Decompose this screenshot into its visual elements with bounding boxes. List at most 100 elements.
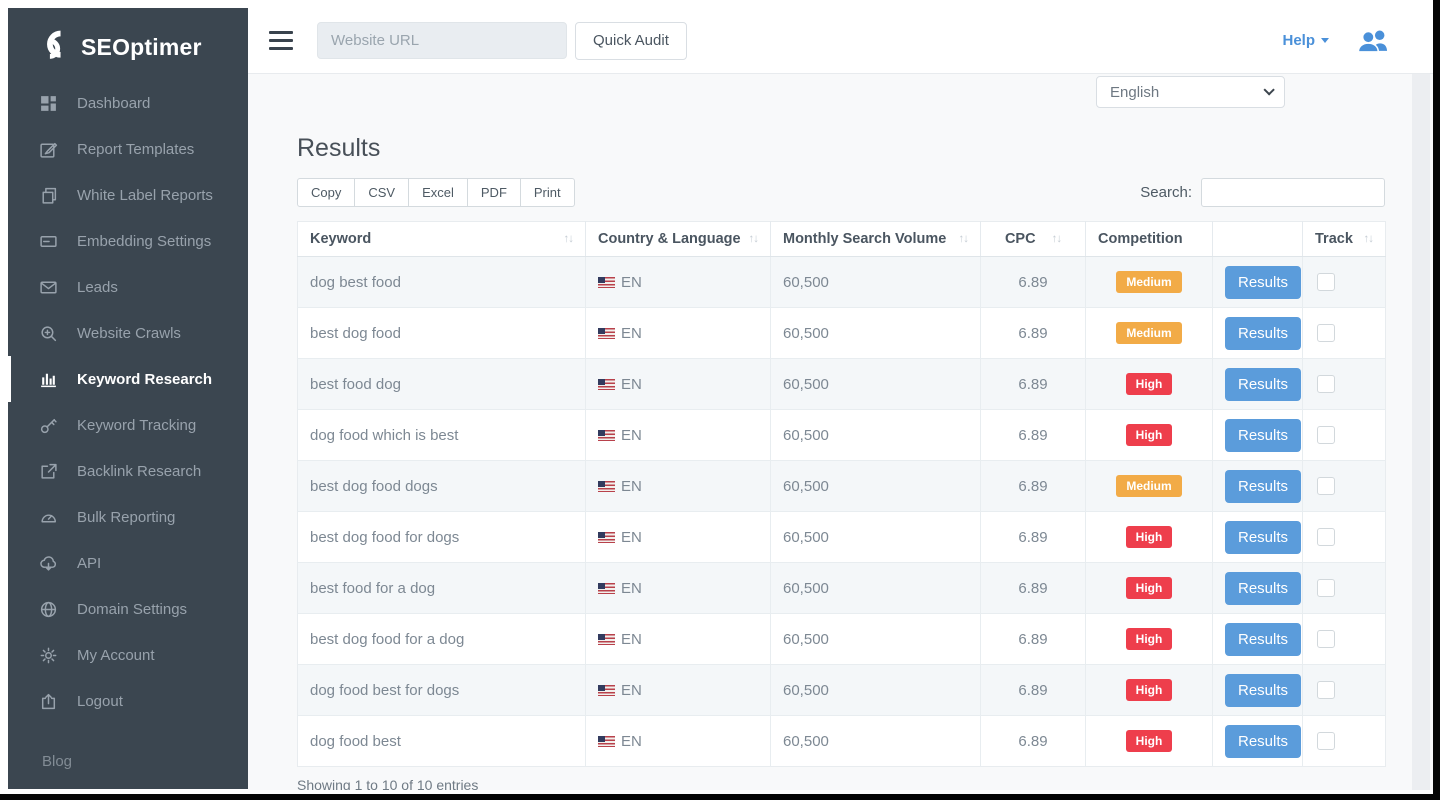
- results-button[interactable]: Results: [1225, 674, 1301, 707]
- volume-cell: 60,500: [771, 359, 981, 410]
- us-flag-icon: [598, 430, 615, 441]
- results-button[interactable]: Results: [1225, 572, 1301, 605]
- my-account-icon: [39, 646, 58, 665]
- us-flag-icon: [598, 328, 615, 339]
- sidebar-item-label: Dashboard: [77, 95, 150, 112]
- language-code: EN: [621, 478, 642, 495]
- track-checkbox[interactable]: [1317, 273, 1335, 291]
- hamburger-menu-icon[interactable]: [269, 31, 293, 51]
- column-header-monthly-search-volume[interactable]: Monthly Search Volume↑↓: [771, 222, 981, 257]
- export-csv-button[interactable]: CSV: [354, 178, 409, 207]
- results-button[interactable]: Results: [1225, 623, 1301, 656]
- results-button[interactable]: Results: [1225, 266, 1301, 299]
- users-icon[interactable]: [1356, 28, 1392, 53]
- export-pdf-button[interactable]: PDF: [467, 178, 521, 207]
- sidebar-item-embedding-settings[interactable]: Embedding Settings: [8, 218, 248, 264]
- cpc-cell: 6.89: [981, 512, 1086, 563]
- volume-cell: 60,500: [771, 512, 981, 563]
- country-cell: EN: [586, 563, 771, 614]
- table-row: dog food which is bestEN60,5006.89HighRe…: [298, 410, 1386, 461]
- country-cell: EN: [586, 257, 771, 308]
- sort-icon: ↑↓: [564, 233, 574, 245]
- track-checkbox[interactable]: [1317, 477, 1335, 495]
- track-checkbox[interactable]: [1317, 579, 1335, 597]
- sidebar-item-white-label-reports[interactable]: White Label Reports: [8, 172, 248, 218]
- sort-icon: ↑↓: [1364, 233, 1374, 245]
- export-print-button[interactable]: Print: [520, 178, 575, 207]
- search-input[interactable]: [1201, 178, 1385, 207]
- cpc-cell: 6.89: [981, 665, 1086, 716]
- track-checkbox[interactable]: [1317, 426, 1335, 444]
- sidebar-item-leads[interactable]: Leads: [8, 264, 248, 310]
- sidebar-item-keyword-research[interactable]: Keyword Research: [8, 356, 248, 402]
- sidebar-item-logout[interactable]: Logout: [8, 678, 248, 724]
- column-label: Competition: [1098, 231, 1183, 247]
- export-copy-button[interactable]: Copy: [297, 178, 355, 207]
- results-button[interactable]: Results: [1225, 419, 1301, 452]
- country-cell: EN: [586, 665, 771, 716]
- competition-cell: Medium: [1086, 257, 1213, 308]
- language-code: EN: [621, 631, 642, 648]
- volume-cell: 60,500: [771, 257, 981, 308]
- search-wrap: Search:: [1140, 178, 1385, 207]
- country-cell: EN: [586, 410, 771, 461]
- column-header-track[interactable]: Track↑↓: [1303, 222, 1386, 257]
- vertical-scrollbar[interactable]: [1412, 74, 1430, 790]
- sidebar-item-label: Website Crawls: [77, 325, 181, 342]
- track-checkbox[interactable]: [1317, 324, 1335, 342]
- language-select-value: English: [1110, 84, 1159, 101]
- sidebar-item-backlink-research[interactable]: Backlink Research: [8, 448, 248, 494]
- competition-cell: High: [1086, 512, 1213, 563]
- sidebar-item-website-crawls[interactable]: Website Crawls: [8, 310, 248, 356]
- competition-badge: High: [1126, 577, 1173, 599]
- column-header-keyword[interactable]: Keyword↑↓: [298, 222, 586, 257]
- results-button[interactable]: Results: [1225, 725, 1301, 758]
- sidebar-item-dashboard[interactable]: Dashboard: [8, 80, 248, 126]
- page-title: Results: [297, 134, 380, 163]
- column-header-cpc[interactable]: CPC↑↓: [981, 222, 1086, 257]
- sidebar-item-report-templates[interactable]: Report Templates: [8, 126, 248, 172]
- dashboard-icon: [39, 94, 58, 113]
- sort-icon: ↑↓: [749, 233, 759, 245]
- track-cell: [1303, 461, 1386, 512]
- help-menu[interactable]: Help: [1282, 32, 1329, 49]
- results-cell: Results: [1213, 614, 1303, 665]
- track-checkbox[interactable]: [1317, 681, 1335, 699]
- results-cell: Results: [1213, 257, 1303, 308]
- sidebar-item-domain-settings[interactable]: Domain Settings: [8, 586, 248, 632]
- competition-badge: Medium: [1116, 475, 1181, 497]
- track-checkbox[interactable]: [1317, 375, 1335, 393]
- track-cell: [1303, 563, 1386, 614]
- results-button[interactable]: Results: [1225, 470, 1301, 503]
- sidebar-item-keyword-tracking[interactable]: Keyword Tracking: [8, 402, 248, 448]
- track-cell: [1303, 614, 1386, 665]
- export-excel-button[interactable]: Excel: [408, 178, 468, 207]
- sidebar-item-my-account[interactable]: My Account: [8, 632, 248, 678]
- country-cell: EN: [586, 359, 771, 410]
- competition-badge: High: [1126, 373, 1173, 395]
- results-cell: Results: [1213, 512, 1303, 563]
- track-checkbox[interactable]: [1317, 528, 1335, 546]
- cpc-cell: 6.89: [981, 308, 1086, 359]
- results-button[interactable]: Results: [1225, 368, 1301, 401]
- language-select[interactable]: English: [1096, 76, 1285, 108]
- results-button[interactable]: Results: [1225, 317, 1301, 350]
- results-cell: Results: [1213, 308, 1303, 359]
- column-label: Country & Language: [598, 231, 741, 247]
- quick-audit-button[interactable]: Quick Audit: [575, 22, 687, 60]
- sidebar-item-api[interactable]: API: [8, 540, 248, 586]
- keyword-cell: dog food best: [298, 716, 586, 767]
- sidebar-item-bulk-reporting[interactable]: Bulk Reporting: [8, 494, 248, 540]
- track-checkbox[interactable]: [1317, 732, 1335, 750]
- sort-icon: ↑↓: [959, 233, 969, 245]
- results-button[interactable]: Results: [1225, 521, 1301, 554]
- sort-icon: ↑↓: [1052, 233, 1062, 245]
- sidebar-item-blog[interactable]: Blog: [42, 753, 72, 770]
- competition-cell: High: [1086, 410, 1213, 461]
- website-url-input[interactable]: [317, 22, 567, 59]
- table-header-row: Keyword↑↓Country & Language↑↓Monthly Sea…: [298, 222, 1386, 257]
- column-header-country-language[interactable]: Country & Language ↑↓: [586, 222, 771, 257]
- language-code: EN: [621, 580, 642, 597]
- track-cell: [1303, 308, 1386, 359]
- track-checkbox[interactable]: [1317, 630, 1335, 648]
